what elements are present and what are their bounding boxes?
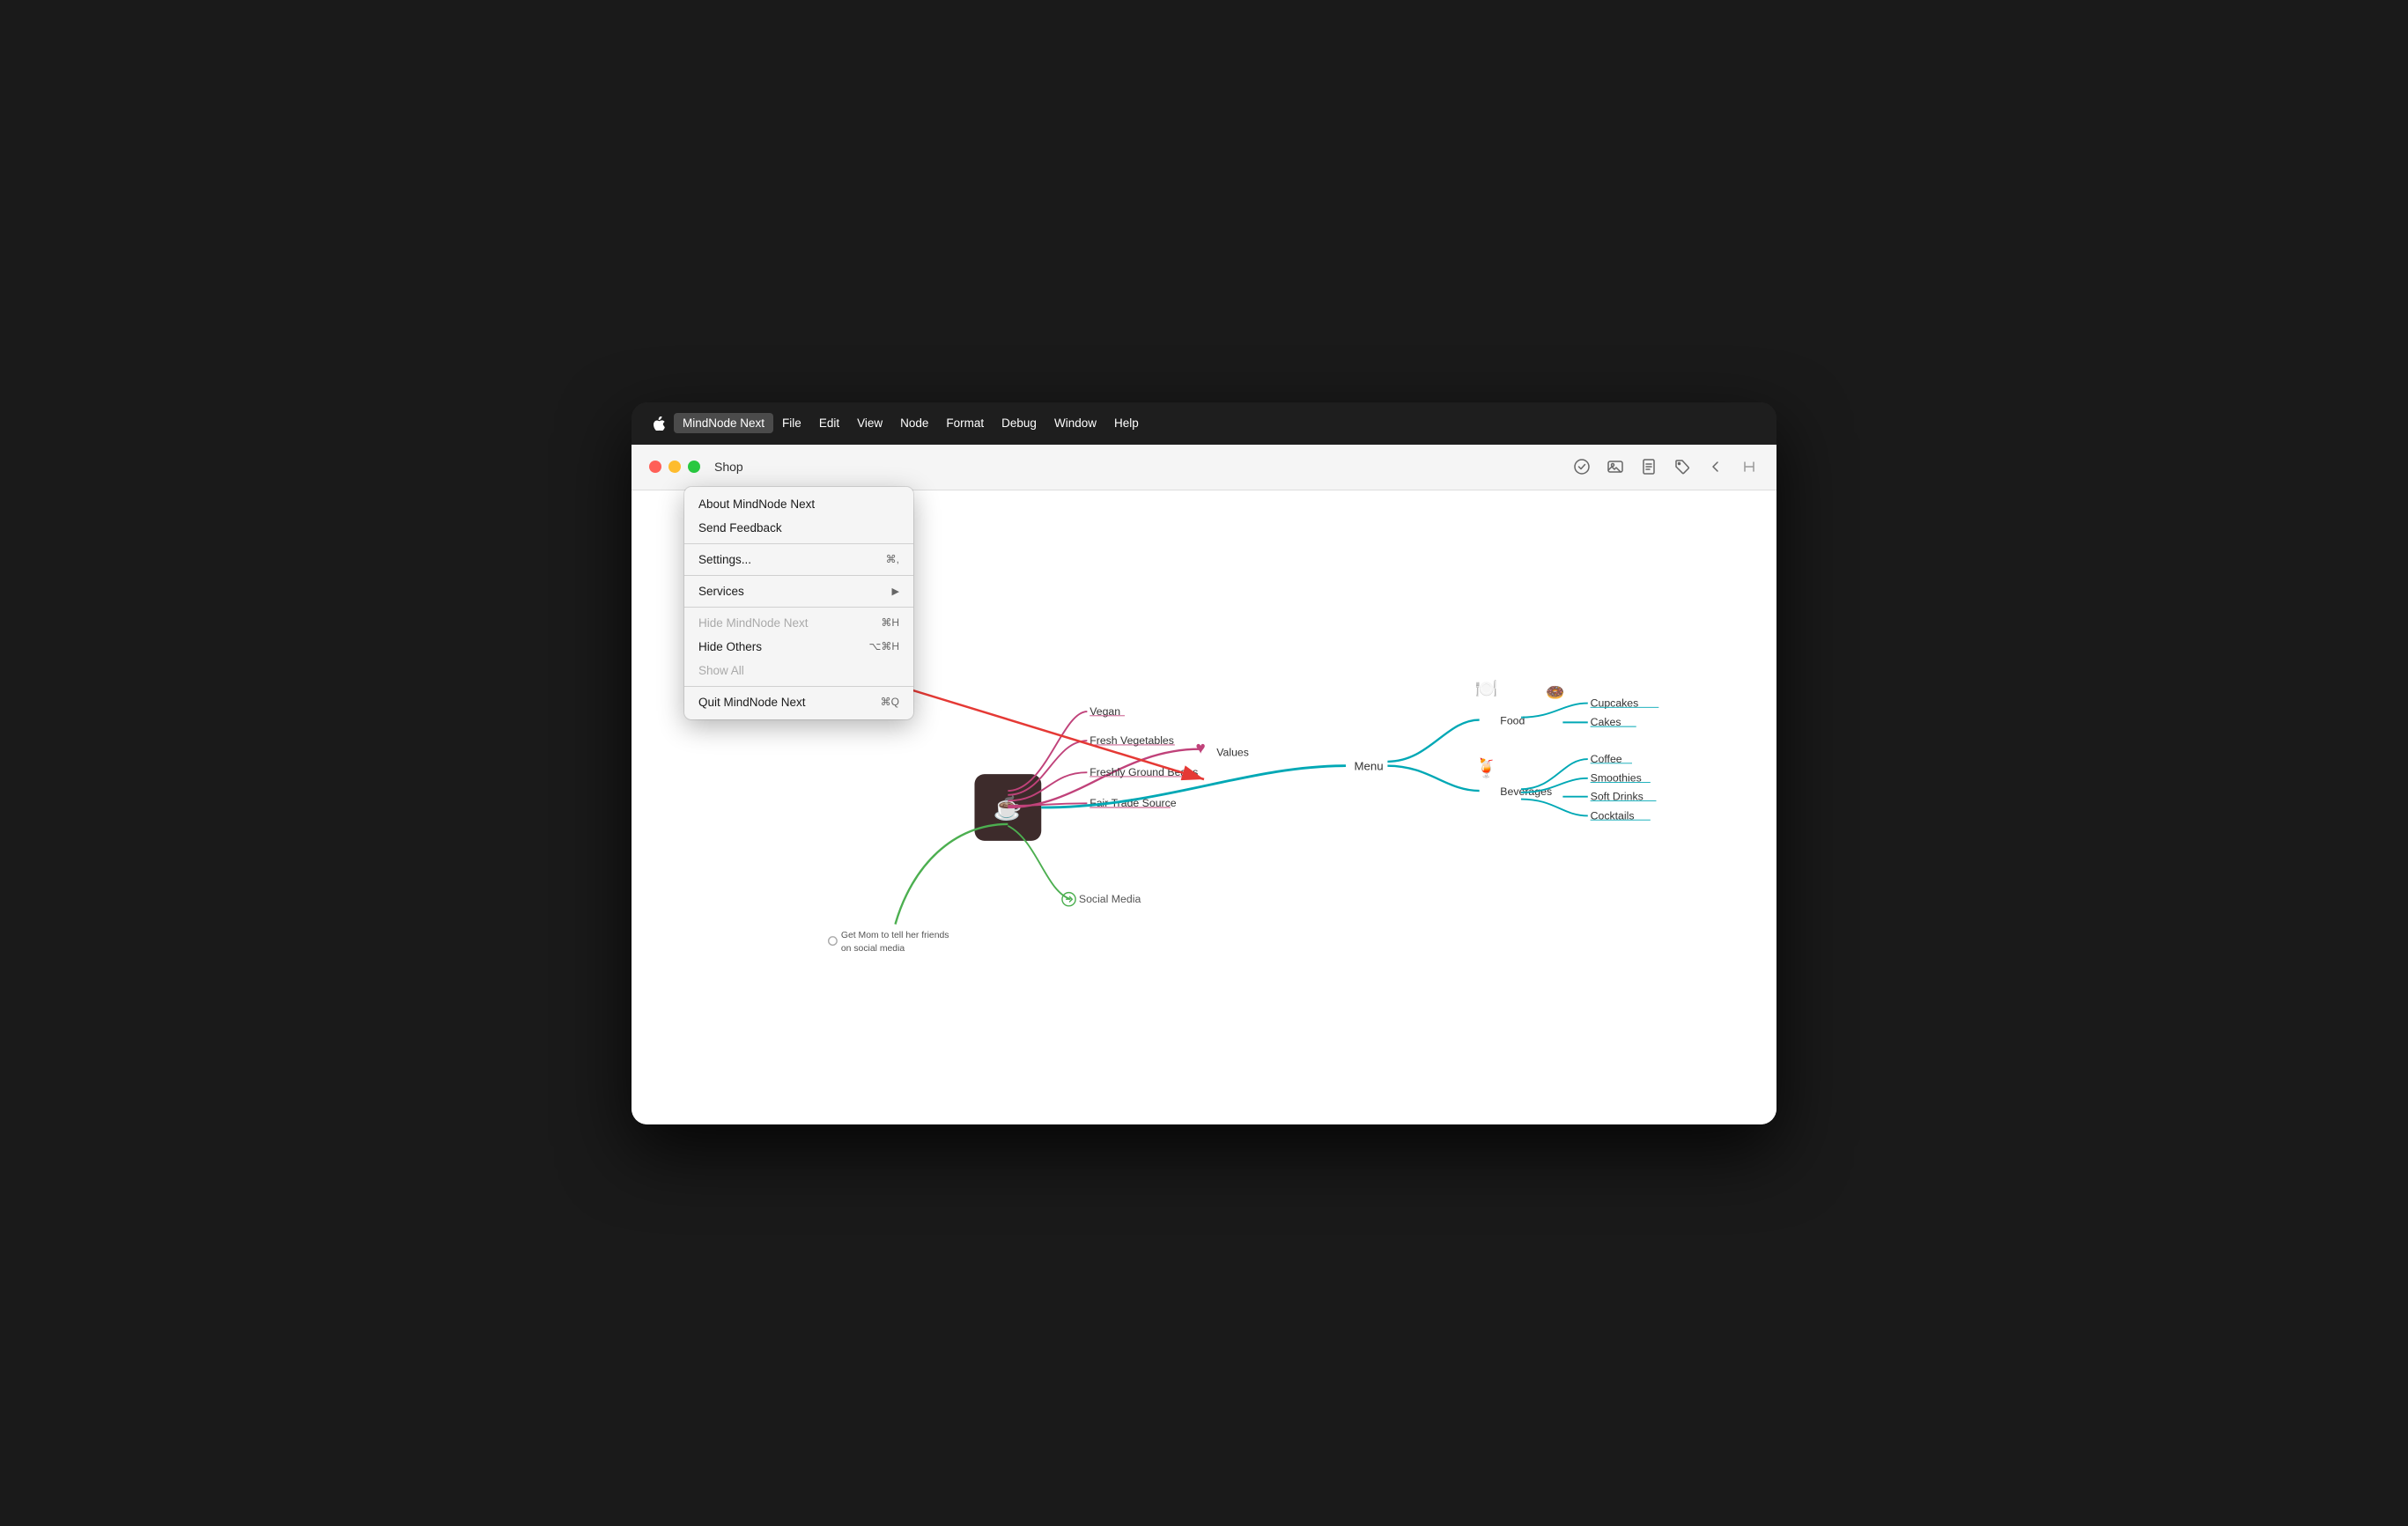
fullscreen-button[interactable] xyxy=(688,461,700,473)
submenu-arrow-icon: ▶ xyxy=(892,586,899,597)
menu-quit[interactable]: Quit MindNode Next ⌘Q xyxy=(684,690,913,714)
window-body: Shop xyxy=(632,445,1776,1124)
photo-icon[interactable] xyxy=(1606,457,1625,476)
hide-shortcut: ⌘H xyxy=(881,616,899,629)
title-bar: Shop xyxy=(632,445,1776,490)
menu-debug[interactable]: Debug xyxy=(993,413,1045,433)
menu-hide-others[interactable]: Hide Others ⌥⌘H xyxy=(684,635,913,659)
menu-send-feedback[interactable]: Send Feedback xyxy=(684,516,913,540)
tag-icon[interactable] xyxy=(1673,457,1692,476)
toolbar-right xyxy=(1572,457,1759,476)
menu-edit[interactable]: Edit xyxy=(810,413,848,433)
separator-4 xyxy=(684,686,913,687)
minimize-button[interactable] xyxy=(668,461,681,473)
branch-icon[interactable] xyxy=(1740,457,1759,476)
svg-text:🍩: 🍩 xyxy=(1546,683,1564,700)
svg-text:Menu: Menu xyxy=(1355,759,1384,772)
separator-1 xyxy=(684,543,913,544)
svg-text:on social media: on social media xyxy=(841,943,905,953)
settings-shortcut: ⌘, xyxy=(886,553,899,565)
menu-window[interactable]: Window xyxy=(1045,413,1105,433)
dropdown-menu: About MindNode Next Send Feedback Settin… xyxy=(684,487,913,719)
svg-text:Values: Values xyxy=(1216,746,1249,758)
menu-show-all: Show All xyxy=(684,659,913,682)
svg-text:♥: ♥ xyxy=(1196,739,1206,757)
menu-file[interactable]: File xyxy=(773,413,810,433)
mac-window: MindNode Next File Edit View Node Format… xyxy=(632,402,1776,1124)
separator-3 xyxy=(684,607,913,608)
svg-text:🍹: 🍹 xyxy=(1475,756,1498,778)
apple-menu[interactable] xyxy=(642,408,674,439)
svg-text:Beverages: Beverages xyxy=(1500,785,1552,797)
menu-bar: MindNode Next File Edit View Node Format… xyxy=(632,402,1776,445)
menu-services[interactable]: Services ▶ xyxy=(684,579,913,603)
close-button[interactable] xyxy=(649,461,661,473)
document-icon[interactable] xyxy=(1639,457,1658,476)
checkmark-icon[interactable] xyxy=(1572,457,1592,476)
menu-about[interactable]: About MindNode Next xyxy=(684,492,913,516)
window-title: Shop xyxy=(714,460,1572,474)
menu-mindnode[interactable]: MindNode Next xyxy=(674,413,773,433)
hide-others-shortcut: ⌥⌘H xyxy=(869,640,900,652)
traffic-lights xyxy=(649,461,700,473)
menu-help[interactable]: Help xyxy=(1105,413,1148,433)
svg-text:Food: Food xyxy=(1500,714,1525,726)
svg-text:Social Media: Social Media xyxy=(1079,893,1141,905)
menu-view[interactable]: View xyxy=(848,413,891,433)
svg-text:Get Mom to tell her friends: Get Mom to tell her friends xyxy=(841,930,949,940)
svg-text:🍽️: 🍽️ xyxy=(1475,679,1498,699)
menu-settings[interactable]: Settings... ⌘, xyxy=(684,548,913,571)
quit-shortcut: ⌘Q xyxy=(881,696,899,708)
separator-2 xyxy=(684,575,913,576)
back-icon[interactable] xyxy=(1706,457,1725,476)
menu-format[interactable]: Format xyxy=(937,413,993,433)
menu-node[interactable]: Node xyxy=(891,413,937,433)
menu-hide: Hide MindNode Next ⌘H xyxy=(684,611,913,635)
